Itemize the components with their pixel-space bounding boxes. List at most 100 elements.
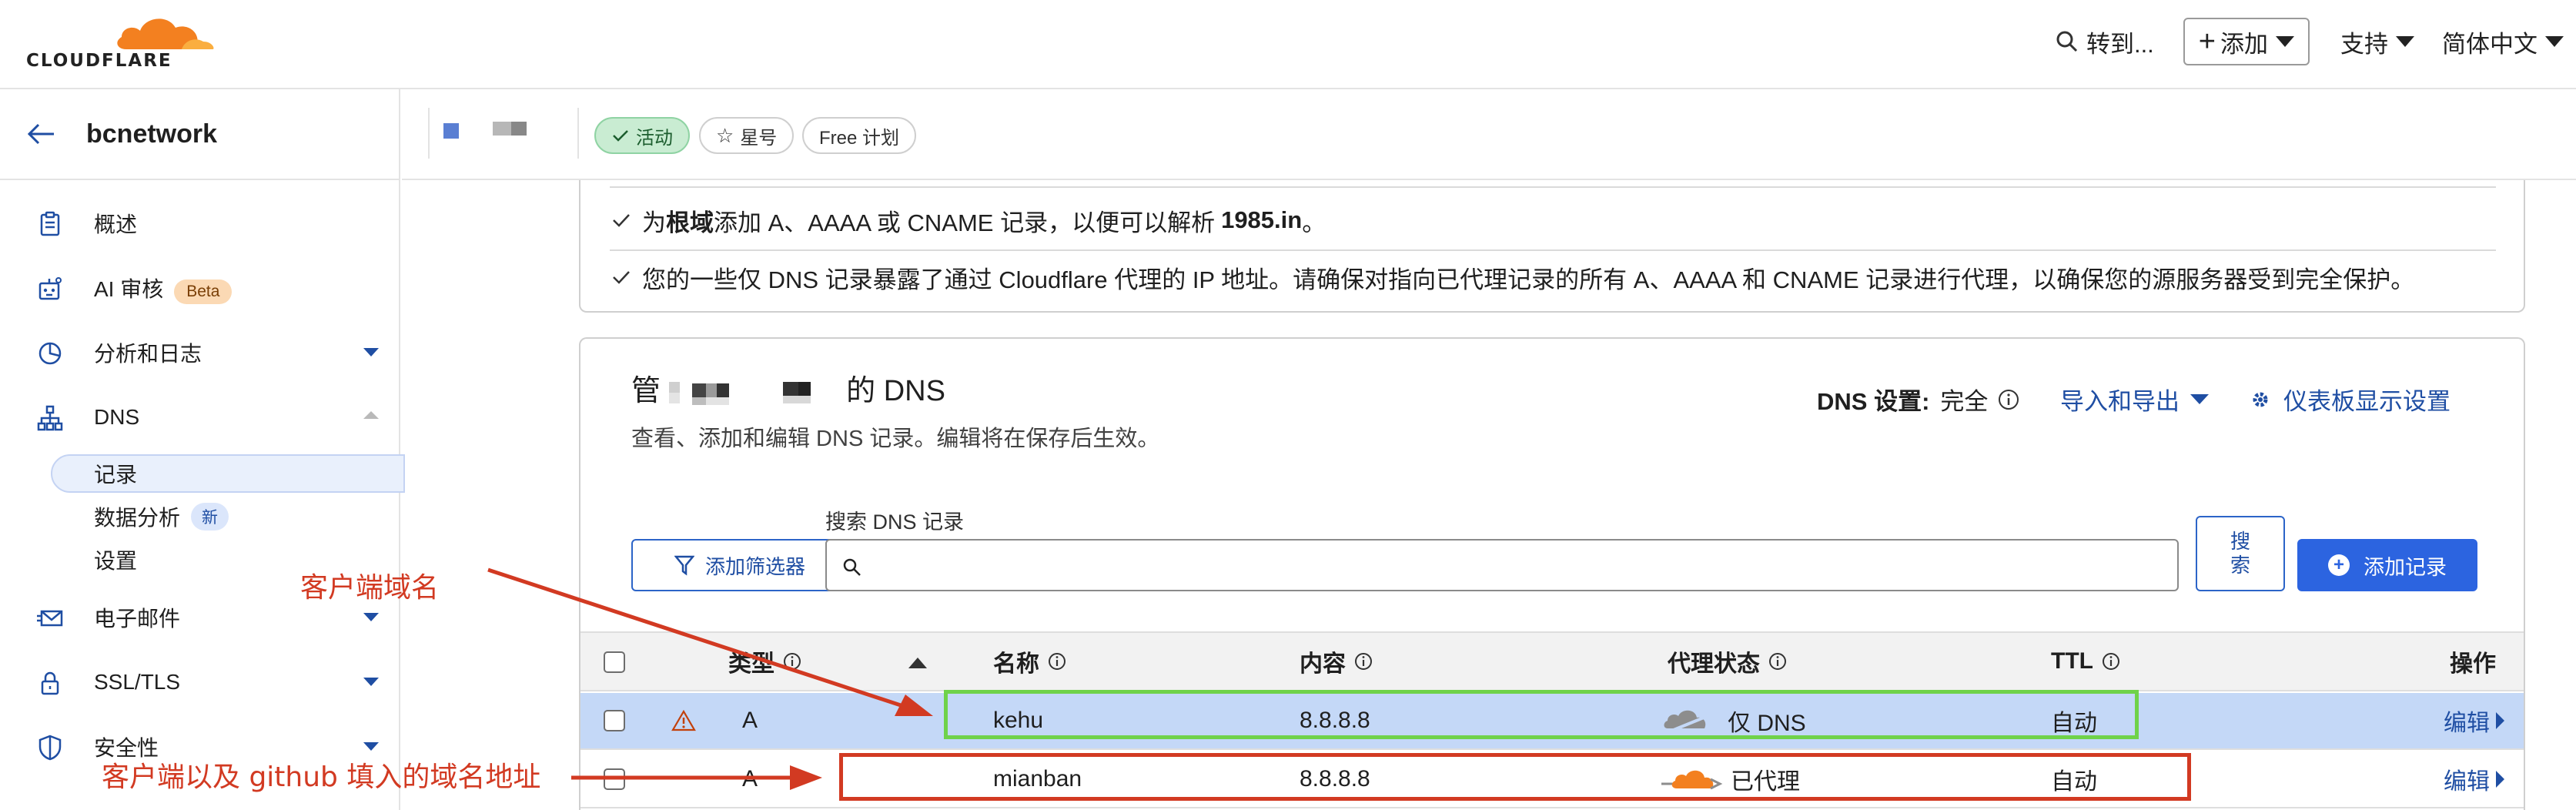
zone-pixel-mark [443,123,459,139]
cloud-logo-icon [117,18,214,49]
arrow-left-icon[interactable] [26,122,57,146]
record-type: A [742,708,758,733]
clipboard-icon [40,211,60,236]
add-record-label: 添加记录 [2364,555,2447,579]
search-field-label: 搜索 DNS 记录 [825,510,965,534]
status-badge: 活动 [594,117,690,154]
info-icon [1355,653,1372,670]
info-icon [1049,653,1066,670]
recommendations-box: 为根域 添加 A、AAAA 或 CNAME 记录，以便可以解析 1985.in。 您… [579,180,2525,313]
title-text: 的 DNS [846,375,945,407]
beta-badge: Beta [174,279,233,304]
row-checkbox[interactable] [604,768,625,790]
recommendation-root-domain: 为根域 添加 A、AAAA 或 CNAME 记录，以便可以解析 1985.in。 [611,197,1326,243]
gear-icon [2253,392,2268,407]
pie-chart-icon [38,342,62,365]
sidebar-subitem-records[interactable]: 记录 [94,454,137,493]
add-record-button[interactable]: + 添加记录 [2297,539,2477,591]
support-menu[interactable]: 支持 [2340,25,2414,59]
edit-record-link[interactable]: 编辑 [2444,751,2504,807]
column-proxy-status[interactable]: 代理状态 [1668,633,1788,690]
plus-icon: + [2198,25,2216,58]
info-bold: 根域 [666,209,714,236]
sidebar-item-ssl-tls[interactable]: SSL/TLS [0,659,400,705]
dashboard-display-settings[interactable]: 仪表板显示设置 [2250,382,2451,417]
select-all-checkbox[interactable] [604,651,625,673]
language-menu[interactable]: 简体中文 [2442,25,2564,59]
domain-name: 1985.in [1221,206,1303,233]
sort-ascending-icon[interactable] [908,658,927,668]
column-actions: 操作 [2450,651,2496,677]
envelope-icon [37,610,63,627]
column-type[interactable]: 类型 [728,633,802,690]
chevron-down-icon [2396,36,2414,47]
new-badge: 新 [191,503,229,531]
sidebar-item-analytics[interactable]: 分析和日志 [0,330,400,376]
info-icon [1769,653,1786,670]
search-icon [843,558,861,576]
divider [610,249,2496,251]
sidebar-item-label: 电子邮件 [94,607,181,631]
check-icon [613,130,628,142]
star-button[interactable]: ☆ 星号 [699,117,795,154]
warning-icon[interactable] [671,710,696,731]
chevron-down-icon [2276,36,2294,47]
highlight-box-red [839,753,2191,801]
annotation-client-github-domain: 客户端以及 github 填入的域名地址 [102,761,541,793]
sidebar-item-label: AI 审核 Beta [94,273,233,304]
edit-record-link[interactable]: 编辑 [2444,693,2504,748]
row-checkbox[interactable] [604,710,625,731]
filter-label: 添加筛选器 [704,554,805,578]
info-text: 您的一些仅 DNS 记录暴露了通过 Cloudflare 代理的 IP 地址。请… [642,266,2415,293]
info-icon [784,653,801,670]
column-ttl[interactable]: TTL [2051,633,2121,690]
sidebar-subitem-settings[interactable]: 设置 [94,541,137,579]
dns-search-input[interactable] [825,539,2179,591]
sidebar-item-label: SSL/TLS [94,670,181,694]
add-label: 添加 [2220,30,2268,58]
sidebar-item-label: 概述 [94,213,138,236]
plan-badge[interactable]: Free 计划 [802,117,917,154]
divider [610,186,2496,188]
chevron-down-icon [2545,36,2564,47]
sidebar-subitem-analytics[interactable]: 数据分析新 [94,497,229,536]
info-icon[interactable] [1997,388,2020,411]
account-name: bcnetwork [86,119,218,149]
dns-card-subtitle: 查看、添加和编辑 DNS 记录。编辑将在保存后生效。 [631,427,1160,451]
cloudflare-logo[interactable]: CLOUDFLARE [26,9,214,71]
info-text: 为 [642,209,666,236]
check-icon [613,214,630,227]
chevron-down-icon [363,678,379,686]
annotation-client-domain: 客户端域名 [300,572,440,604]
sidebar-item-ai-audit[interactable]: AI 审核 Beta [0,265,400,311]
import-export-label: 导入和导出 [2060,388,2180,415]
network-icon [37,405,63,431]
dns-table-header: 类型 名称 内容 代理状态 TTL 操作 [580,631,2524,691]
info-text: 添加 A、AAAA 或 CNAME 记录，以便可以解析 [714,209,1216,236]
column-name[interactable]: 名称 [993,633,1067,690]
dns-setting-label: DNS 设置: [1817,388,1930,415]
ai-audit-label: AI 审核 [94,276,164,301]
redacted-mosaic [668,381,811,405]
info-icon [2102,653,2119,670]
dns-setting: DNS 设置: 完全 [1817,382,2020,417]
goto-search[interactable]: 转到... [2056,25,2154,59]
top-header: CLOUDFLARE 转到... + 添加 支持 简体中文 [0,0,2576,89]
import-export-menu[interactable]: 导入和导出 [2060,382,2209,417]
search-button-label: 索 [2230,554,2250,577]
zone-bar: 活动 ☆ 星号 Free 计划 [402,89,2576,180]
column-content[interactable]: 内容 [1300,633,1373,690]
chevron-right-icon [2496,771,2504,788]
add-filter-button[interactable]: 添加筛选器 [631,539,848,591]
logo-wordmark: CLOUDFLARE [26,51,172,71]
sidebar-item-overview[interactable]: 概述 [0,200,400,246]
search-icon [2056,31,2078,52]
star-label: 星号 [740,127,778,149]
info-text: 。 [1302,209,1326,236]
chevron-down-icon [363,613,379,621]
edit-label: 编辑 [2444,711,2490,736]
sidebar-item-dns[interactable]: DNS [0,394,400,440]
sidebar: bcnetwork 概述 AI 审核 Beta 分析和日志 DNS 记录 数据分析… [0,89,405,810]
add-dropdown-button[interactable]: + 添加 [2183,18,2310,65]
search-button[interactable]: 搜 索 [2196,516,2285,591]
